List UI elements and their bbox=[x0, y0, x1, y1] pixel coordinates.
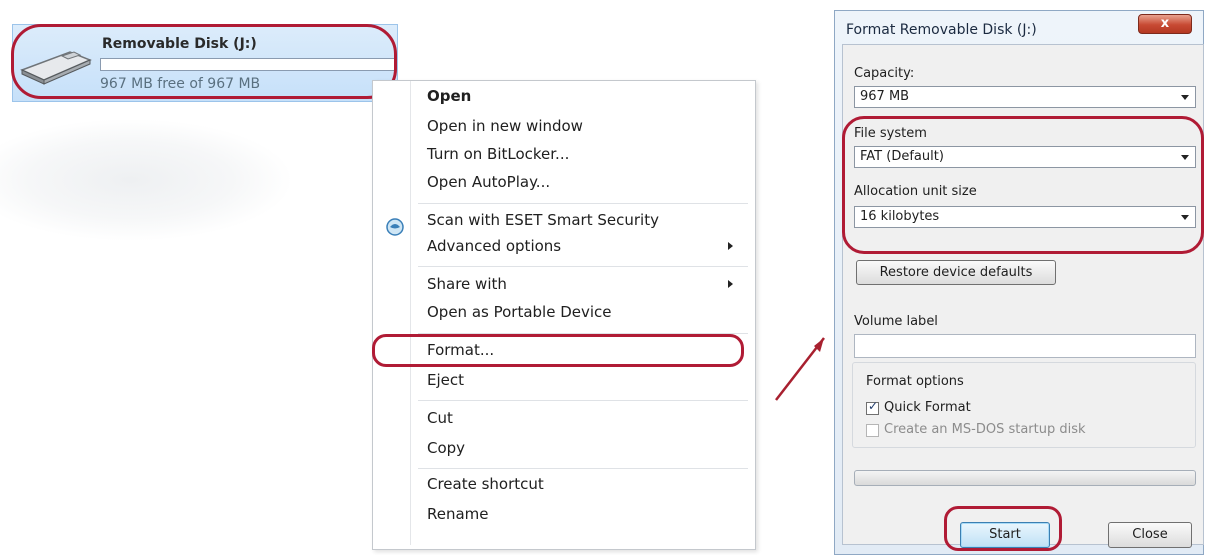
menu-item-advanced-options[interactable]: Advanced options bbox=[427, 236, 561, 256]
checkmark-icon: ✓ bbox=[868, 399, 879, 413]
volume-label-input[interactable] bbox=[854, 334, 1196, 358]
capacity-label: Capacity: bbox=[854, 66, 915, 81]
capacity-value: 967 MB bbox=[860, 89, 910, 104]
format-highlight-outline bbox=[372, 334, 744, 367]
quick-format-checkbox[interactable]: ✓ bbox=[866, 399, 879, 415]
format-options-label: Format options bbox=[866, 374, 964, 389]
msdos-startup-label: Create an MS-DOS startup disk bbox=[884, 422, 1086, 437]
drive-highlight-outline bbox=[11, 24, 397, 99]
menu-item-autoplay[interactable]: Open AutoPlay... bbox=[427, 172, 550, 192]
background-shading bbox=[0, 120, 290, 240]
submenu-arrow-icon bbox=[728, 242, 733, 250]
menu-separator bbox=[418, 400, 748, 401]
start-highlight-outline bbox=[944, 506, 1062, 551]
file-system-highlight-outline bbox=[842, 116, 1204, 254]
restore-defaults-button[interactable]: Restore device defaults bbox=[856, 260, 1056, 285]
dropdown-arrow-icon bbox=[1181, 95, 1189, 100]
menu-separator bbox=[418, 203, 748, 204]
menu-item-create-shortcut[interactable]: Create shortcut bbox=[427, 474, 544, 494]
pointer-arrow-icon bbox=[775, 337, 825, 401]
menu-separator bbox=[418, 266, 748, 267]
quick-format-label: Quick Format bbox=[884, 400, 971, 415]
menu-item-open-portable-device[interactable]: Open as Portable Device bbox=[427, 302, 612, 322]
menu-item-open[interactable]: Open bbox=[427, 86, 471, 106]
menu-item-bitlocker[interactable]: Turn on BitLocker... bbox=[427, 144, 569, 164]
dialog-close-button[interactable]: x bbox=[1138, 14, 1192, 34]
menu-separator bbox=[418, 468, 748, 469]
eset-shield-icon bbox=[386, 218, 404, 236]
dialog-title: Format Removable Disk (J:) bbox=[846, 22, 1037, 38]
menu-icon-gutter bbox=[410, 81, 411, 545]
menu-item-open-new-window[interactable]: Open in new window bbox=[427, 116, 583, 136]
menu-item-copy[interactable]: Copy bbox=[427, 438, 465, 458]
menu-item-scan-eset[interactable]: Scan with ESET Smart Security bbox=[427, 210, 659, 230]
volume-label-caption: Volume label bbox=[854, 314, 938, 329]
menu-item-eject[interactable]: Eject bbox=[427, 370, 464, 390]
capacity-select[interactable]: 967 MB bbox=[854, 86, 1196, 108]
submenu-arrow-icon bbox=[728, 280, 733, 288]
menu-item-rename[interactable]: Rename bbox=[427, 504, 489, 524]
format-progress-bar bbox=[854, 470, 1196, 486]
menu-item-cut[interactable]: Cut bbox=[427, 408, 453, 428]
menu-item-share-with[interactable]: Share with bbox=[427, 274, 507, 294]
msdos-startup-checkbox bbox=[866, 424, 879, 437]
close-button[interactable]: Close bbox=[1108, 522, 1192, 548]
